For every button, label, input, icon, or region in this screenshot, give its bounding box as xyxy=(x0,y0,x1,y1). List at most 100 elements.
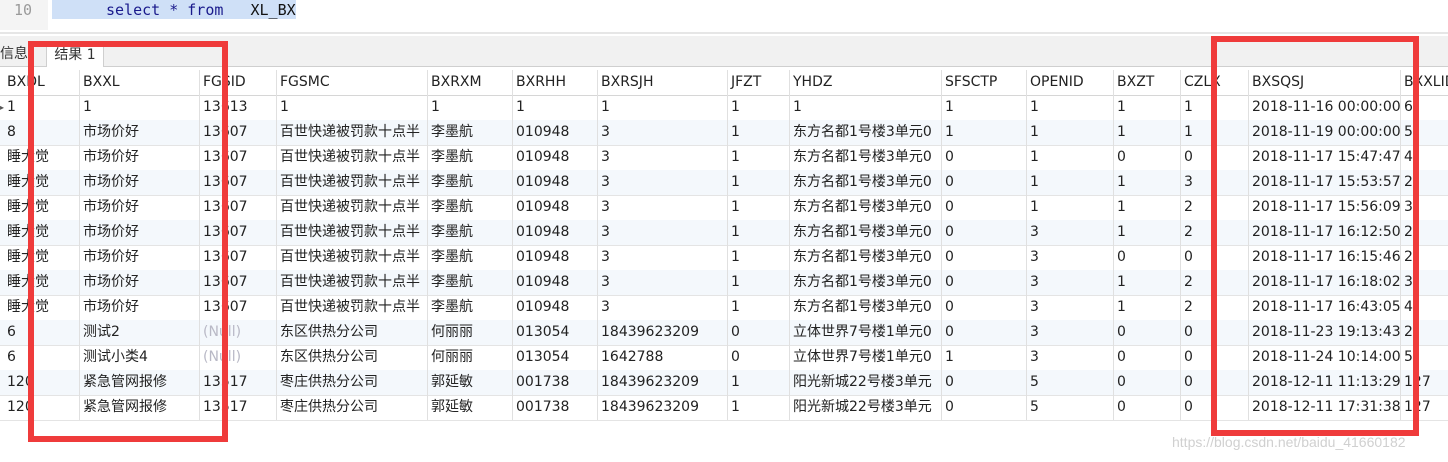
cell-bxrhh[interactable]: 010948 xyxy=(513,170,598,195)
cell-yhdz[interactable]: 东方名都1号楼3单元0 xyxy=(790,270,942,295)
cell-openid[interactable]: 3 xyxy=(1027,245,1114,270)
cell-fgsmc[interactable]: 百世快递被罚款十点半 xyxy=(277,245,428,270)
cell-sfsctp[interactable]: 0 xyxy=(942,395,1027,420)
cell-bxrhh[interactable]: 010948 xyxy=(513,295,598,320)
cell-bxrxm[interactable]: 李墨航 xyxy=(428,245,513,270)
cell-yhdz[interactable]: 东方名都1号楼3单元0 xyxy=(790,295,942,320)
cell-bxrxm[interactable]: 李墨航 xyxy=(428,195,513,220)
cell-bxrsjh[interactable]: 3 xyxy=(598,120,728,145)
cell-bxzt[interactable]: 1 xyxy=(1114,170,1181,195)
cell-openid[interactable]: 1 xyxy=(1027,120,1114,145)
cell-openid[interactable]: 1 xyxy=(1027,145,1114,170)
cell-yhdz[interactable]: 立体世界7号楼1单元0 xyxy=(790,320,942,345)
cell-sfsctp[interactable]: 0 xyxy=(942,145,1027,170)
cell-fgsmc[interactable]: 1 xyxy=(277,95,428,120)
cell-bxzt[interactable]: 1 xyxy=(1114,95,1181,120)
cell-bxzt[interactable]: 1 xyxy=(1114,220,1181,245)
cell-openid[interactable]: 3 xyxy=(1027,220,1114,245)
column-header-fgsmc[interactable]: FGSMC xyxy=(277,70,428,95)
cell-sfsctp[interactable]: 0 xyxy=(942,245,1027,270)
cell-bxrxm[interactable]: 李墨航 xyxy=(428,145,513,170)
cell-openid[interactable]: 1 xyxy=(1027,170,1114,195)
cell-yhdz[interactable]: 阳光新城22号楼3单元 xyxy=(790,395,942,420)
cell-bxrsjh[interactable]: 18439623209 xyxy=(598,370,728,395)
cell-bxrhh[interactable]: 010948 xyxy=(513,195,598,220)
cell-jfzt[interactable]: 1 xyxy=(728,170,790,195)
cell-bxrhh[interactable]: 010948 xyxy=(513,120,598,145)
cell-sfsctp[interactable]: 0 xyxy=(942,270,1027,295)
cell-bxzt[interactable]: 0 xyxy=(1114,345,1181,370)
cell-fgsmc[interactable]: 百世快递被罚款十点半 xyxy=(277,220,428,245)
cell-openid[interactable]: 3 xyxy=(1027,320,1114,345)
cell-bxrhh[interactable]: 013054 xyxy=(513,345,598,370)
cell-jfzt[interactable]: 1 xyxy=(728,245,790,270)
cell-bxrhh[interactable]: 010948 xyxy=(513,145,598,170)
cell-sfsctp[interactable]: 1 xyxy=(942,95,1027,120)
cell-bxzt[interactable]: 1 xyxy=(1114,195,1181,220)
cell-fgsmc[interactable]: 百世快递被罚款十点半 xyxy=(277,295,428,320)
cell-bxrxm[interactable]: 李墨航 xyxy=(428,270,513,295)
cell-jfzt[interactable]: 1 xyxy=(728,95,790,120)
cell-yhdz[interactable]: 东方名都1号楼3单元0 xyxy=(790,195,942,220)
cell-jfzt[interactable]: 1 xyxy=(728,220,790,245)
cell-bxrxm[interactable]: 李墨航 xyxy=(428,120,513,145)
cell-openid[interactable]: 5 xyxy=(1027,370,1114,395)
cell-jfzt[interactable]: 1 xyxy=(728,370,790,395)
cell-bxzt[interactable]: 0 xyxy=(1114,245,1181,270)
cell-bxzt[interactable]: 0 xyxy=(1114,145,1181,170)
cell-fgsmc[interactable]: 百世快递被罚款十点半 xyxy=(277,195,428,220)
cell-bxrhh[interactable]: 010948 xyxy=(513,245,598,270)
cell-bxzt[interactable]: 0 xyxy=(1114,370,1181,395)
cell-bxzt[interactable]: 0 xyxy=(1114,320,1181,345)
cell-yhdz[interactable]: 东方名都1号楼3单元0 xyxy=(790,220,942,245)
cell-bxrsjh[interactable]: 3 xyxy=(598,170,728,195)
column-header-openid[interactable]: OPENID xyxy=(1027,70,1114,95)
cell-yhdz[interactable]: 东方名都1号楼3单元0 xyxy=(790,170,942,195)
cell-yhdz[interactable]: 东方名都1号楼3单元0 xyxy=(790,245,942,270)
cell-bxrsjh[interactable]: 1 xyxy=(598,95,728,120)
column-header-bxrhh[interactable]: BXRHH xyxy=(513,70,598,95)
cell-sfsctp[interactable]: 0 xyxy=(942,295,1027,320)
cell-bxrxm[interactable]: 何丽丽 xyxy=(428,345,513,370)
cell-sfsctp[interactable]: 0 xyxy=(942,320,1027,345)
cell-openid[interactable]: 3 xyxy=(1027,295,1114,320)
cell-fgsmc[interactable]: 东区供热分公司 xyxy=(277,320,428,345)
cell-bxrhh[interactable]: 010948 xyxy=(513,270,598,295)
cell-bxrxm[interactable]: 郭延敏 xyxy=(428,395,513,420)
cell-bxzt[interactable]: 1 xyxy=(1114,295,1181,320)
column-header-bxzt[interactable]: BXZT xyxy=(1114,70,1181,95)
cell-bxrxm[interactable]: 李墨航 xyxy=(428,220,513,245)
column-header-sfsctp[interactable]: SFSCTP xyxy=(942,70,1027,95)
cell-fgsmc[interactable]: 东区供热分公司 xyxy=(277,345,428,370)
cell-fgsmc[interactable]: 枣庄供热分公司 xyxy=(277,395,428,420)
cell-bxzt[interactable]: 1 xyxy=(1114,120,1181,145)
cell-jfzt[interactable]: 1 xyxy=(728,145,790,170)
cell-openid[interactable]: 3 xyxy=(1027,345,1114,370)
cell-openid[interactable]: 5 xyxy=(1027,395,1114,420)
cell-bxrhh[interactable]: 010948 xyxy=(513,220,598,245)
cell-openid[interactable]: 1 xyxy=(1027,95,1114,120)
cell-bxrxm[interactable]: 李墨航 xyxy=(428,295,513,320)
cell-yhdz[interactable]: 1 xyxy=(790,95,942,120)
column-header-jfzt[interactable]: JFZT xyxy=(728,70,790,95)
cell-fgsmc[interactable]: 百世快递被罚款十点半 xyxy=(277,270,428,295)
cell-bxrsjh[interactable]: 3 xyxy=(598,195,728,220)
cell-sfsctp[interactable]: 0 xyxy=(942,220,1027,245)
cell-bxrsjh[interactable]: 1642788 xyxy=(598,345,728,370)
cell-fgsmc[interactable]: 枣庄供热分公司 xyxy=(277,370,428,395)
cell-sfsctp[interactable]: 0 xyxy=(942,170,1027,195)
cell-bxrhh[interactable]: 013054 xyxy=(513,320,598,345)
cell-bxrhh[interactable]: 001738 xyxy=(513,370,598,395)
column-header-yhdz[interactable]: YHDZ xyxy=(790,70,942,95)
cell-yhdz[interactable]: 阳光新城22号楼3单元 xyxy=(790,370,942,395)
cell-sfsctp[interactable]: 1 xyxy=(942,120,1027,145)
cell-jfzt[interactable]: 0 xyxy=(728,320,790,345)
cell-bxrsjh[interactable]: 3 xyxy=(598,245,728,270)
cell-jfzt[interactable]: 1 xyxy=(728,395,790,420)
cell-openid[interactable]: 1 xyxy=(1027,195,1114,220)
cell-jfzt[interactable]: 1 xyxy=(728,270,790,295)
cell-bxrhh[interactable]: 001738 xyxy=(513,395,598,420)
cell-bxrsjh[interactable]: 18439623209 xyxy=(598,320,728,345)
sql-line[interactable]: select * from XL_BX xyxy=(106,1,296,19)
sql-editor[interactable]: 10 select * from XL_BX xyxy=(0,0,1448,30)
